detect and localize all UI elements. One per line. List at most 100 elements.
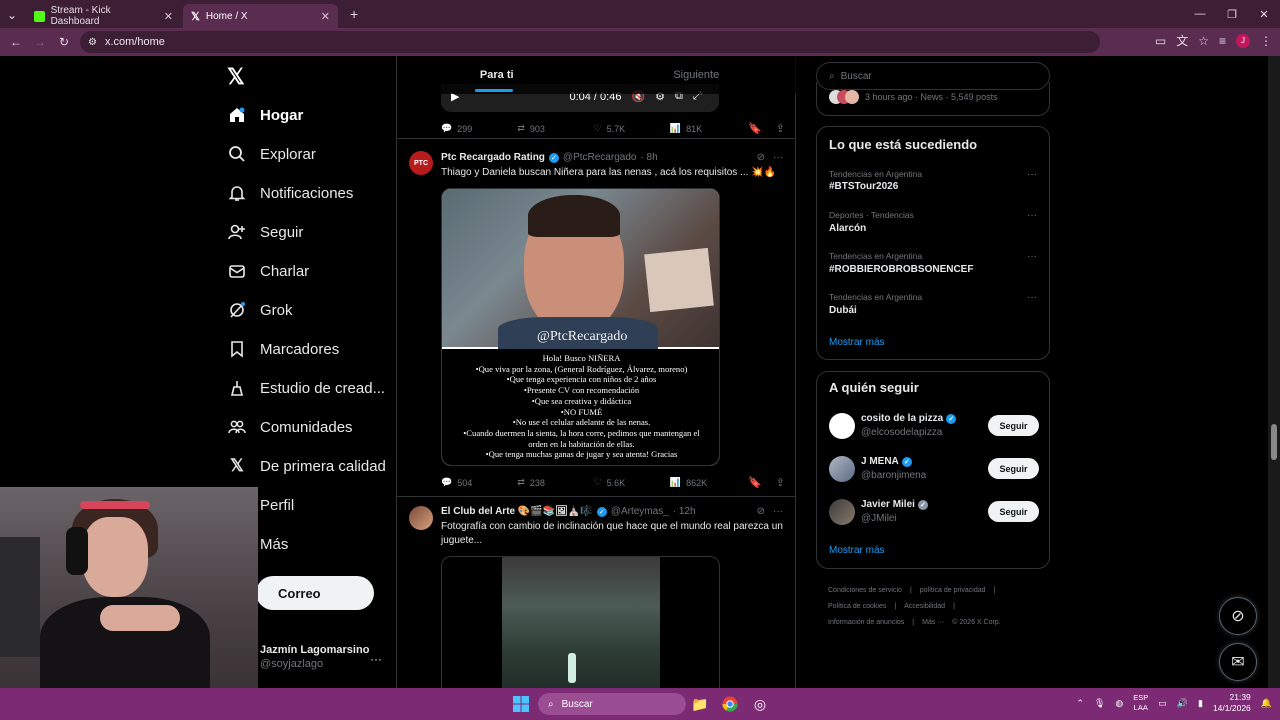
tweet-video[interactable]	[441, 556, 720, 688]
footer-link[interactable]: política de privacidad	[920, 587, 986, 594]
address-bar[interactable]: ⚙ x.com/home	[80, 31, 1100, 53]
grok-fab[interactable]: ⊘	[1219, 597, 1257, 635]
tab-for-you[interactable]: Para ti	[397, 56, 597, 94]
footer-link[interactable]: Accesibilidad	[904, 603, 945, 610]
show-more-link[interactable]: Mostrar más	[829, 337, 885, 348]
page-scrollbar[interactable]	[1268, 56, 1280, 688]
bookmark-icon[interactable]: 🔖	[748, 122, 762, 135]
close-tab-icon[interactable]: ✕	[321, 10, 330, 23]
star-icon[interactable]: ☆	[1198, 34, 1209, 48]
cast-icon[interactable]: ▭	[1155, 34, 1166, 48]
taskbar-search[interactable]: ⌕ Buscar	[538, 693, 686, 715]
tweet-time[interactable]: · 8h	[640, 152, 657, 163]
like-button[interactable]: ♡ 5.7K	[594, 123, 670, 134]
tweet-image[interactable]: @PtcRecargado Hola! Busco NIÑERA •Que vi…	[441, 188, 720, 466]
trend-more-icon[interactable]: ···	[1027, 210, 1037, 221]
reload-icon[interactable]: ↻	[52, 35, 76, 49]
trend-item[interactable]: #BTSTour2026	[829, 181, 898, 192]
close-tab-icon[interactable]: ✕	[164, 10, 173, 23]
author-name[interactable]: El Club del Arte 🎨🎬📚🖼⛪🎼	[441, 506, 593, 517]
footer-link[interactable]: Política de cookies	[828, 603, 886, 610]
nav-item-bookmarks[interactable]: Marcadores	[228, 340, 339, 358]
trend-item[interactable]: #ROBBIEROBROBSONENCEF	[829, 264, 973, 275]
author-handle[interactable]: @Arteymas_	[611, 506, 669, 517]
grok-icon[interactable]: ⊘	[757, 152, 765, 163]
forward-icon[interactable]: →	[28, 35, 52, 49]
menu-icon[interactable]: ⋮	[1260, 34, 1272, 48]
site-info-icon[interactable]: ⚙	[88, 37, 97, 48]
profile-avatar[interactable]: J	[1236, 33, 1250, 48]
avatar[interactable]	[829, 413, 855, 439]
account-more-icon[interactable]: ···	[370, 652, 382, 666]
volume-icon[interactable]: 🔊	[1177, 698, 1188, 709]
account-switcher[interactable]: Jazmín Lagomarsino @soyjazlago	[260, 644, 369, 670]
nav-item-home[interactable]: Hogar	[228, 106, 303, 124]
footer-link[interactable]: Información de anuncios	[828, 619, 904, 626]
avatar[interactable]	[409, 506, 433, 530]
tab-home-x[interactable]: 𝕏 Home / X ✕	[183, 4, 338, 28]
file-explorer-icon[interactable]: 📁	[690, 694, 710, 714]
windows-start-icon[interactable]	[511, 694, 531, 714]
follow-name[interactable]: J MENA ✓	[861, 456, 912, 467]
trend-more-icon[interactable]: ···	[1027, 251, 1037, 262]
avatar[interactable]	[829, 499, 855, 525]
footer-link[interactable]: Condiciones de servicio	[828, 587, 902, 594]
share-icon[interactable]: ⇪	[776, 476, 785, 489]
search-input[interactable]: ⌕ Buscar	[816, 62, 1050, 90]
trend-item[interactable]: Dubái	[829, 305, 857, 316]
restore-icon[interactable]: ❐	[1216, 0, 1248, 28]
trend-more-icon[interactable]: ···	[1027, 169, 1037, 180]
display-icon[interactable]: ▭	[1158, 698, 1167, 709]
reading-list-icon[interactable]: ≡	[1219, 34, 1226, 48]
back-icon[interactable]: ←	[4, 35, 28, 49]
nav-item-communities[interactable]: Comunidades	[228, 418, 353, 436]
views-button[interactable]: 📊 862K	[670, 477, 748, 488]
network-icon[interactable]: ◍	[1115, 698, 1123, 709]
author-name[interactable]: Ptc Recargado Rating	[441, 152, 545, 163]
language-indicator[interactable]: ESP LAA	[1133, 693, 1148, 713]
author-handle[interactable]: @PtcRecargado	[563, 152, 637, 163]
post-button[interactable]: Correo	[256, 576, 374, 610]
more-options-icon[interactable]: ···	[773, 506, 783, 517]
nav-item-premium[interactable]: 𝕏 De primera calidad	[228, 456, 386, 475]
views-button[interactable]: 📊 81K	[670, 123, 748, 134]
translate-icon[interactable]: 文	[1176, 32, 1188, 49]
messages-fab[interactable]: ✉	[1219, 643, 1257, 681]
tab-kick-dashboard[interactable]: Stream - Kick Dashboard ✕	[26, 4, 181, 28]
nav-item-follow[interactable]: Seguir	[228, 223, 303, 241]
nav-item-notifications[interactable]: Notificaciones	[228, 184, 353, 202]
repost-button[interactable]: ⇄ 903	[517, 123, 593, 134]
scrollbar-thumb[interactable]	[1271, 424, 1277, 460]
follow-button[interactable]: Seguir	[988, 415, 1039, 436]
tab-search-icon[interactable]: ⌄	[0, 8, 24, 22]
follow-button[interactable]: Seguir	[988, 458, 1039, 479]
follow-name[interactable]: cosito de la pizza ✓	[861, 413, 957, 424]
nav-item-creator-studio[interactable]: Estudio de cread...	[228, 379, 385, 397]
footer-link[interactable]: Más ···	[922, 619, 944, 626]
follow-name[interactable]: Javier Milei ✓	[861, 499, 928, 510]
app-icon[interactable]: ◎	[750, 694, 770, 714]
avatar[interactable]: PTC	[409, 151, 433, 175]
microphone-icon[interactable]: 🎙	[1094, 698, 1105, 709]
avatar[interactable]	[829, 456, 855, 482]
reply-button[interactable]: 💬 504	[441, 477, 517, 488]
notification-bell-icon[interactable]: 🔔	[1261, 698, 1272, 709]
like-button[interactable]: ♡ 5.6K	[594, 477, 670, 488]
share-icon[interactable]: ⇪	[776, 122, 785, 135]
follow-button[interactable]: Seguir	[988, 501, 1039, 522]
trend-more-icon[interactable]: ···	[1027, 292, 1037, 303]
chrome-icon[interactable]	[720, 694, 740, 714]
clock[interactable]: 21:39 14/1/2026	[1213, 692, 1251, 714]
more-options-icon[interactable]: ···	[773, 152, 783, 163]
chevron-up-icon[interactable]: ⌃	[1076, 698, 1084, 709]
minimize-icon[interactable]: —	[1184, 0, 1216, 28]
repost-button[interactable]: ⇄ 238	[517, 477, 593, 488]
nav-item-messages[interactable]: Charlar	[228, 262, 309, 280]
reply-button[interactable]: 💬 299	[441, 123, 517, 134]
nav-item-grok[interactable]: Grok	[228, 301, 293, 319]
trend-item[interactable]: Alarcón	[829, 223, 866, 234]
grok-icon[interactable]: ⊘	[757, 506, 765, 517]
tweet-time[interactable]: · 12h	[673, 506, 696, 517]
tab-following[interactable]: Siguiente	[597, 56, 797, 94]
close-window-icon[interactable]: ✕	[1248, 0, 1280, 28]
